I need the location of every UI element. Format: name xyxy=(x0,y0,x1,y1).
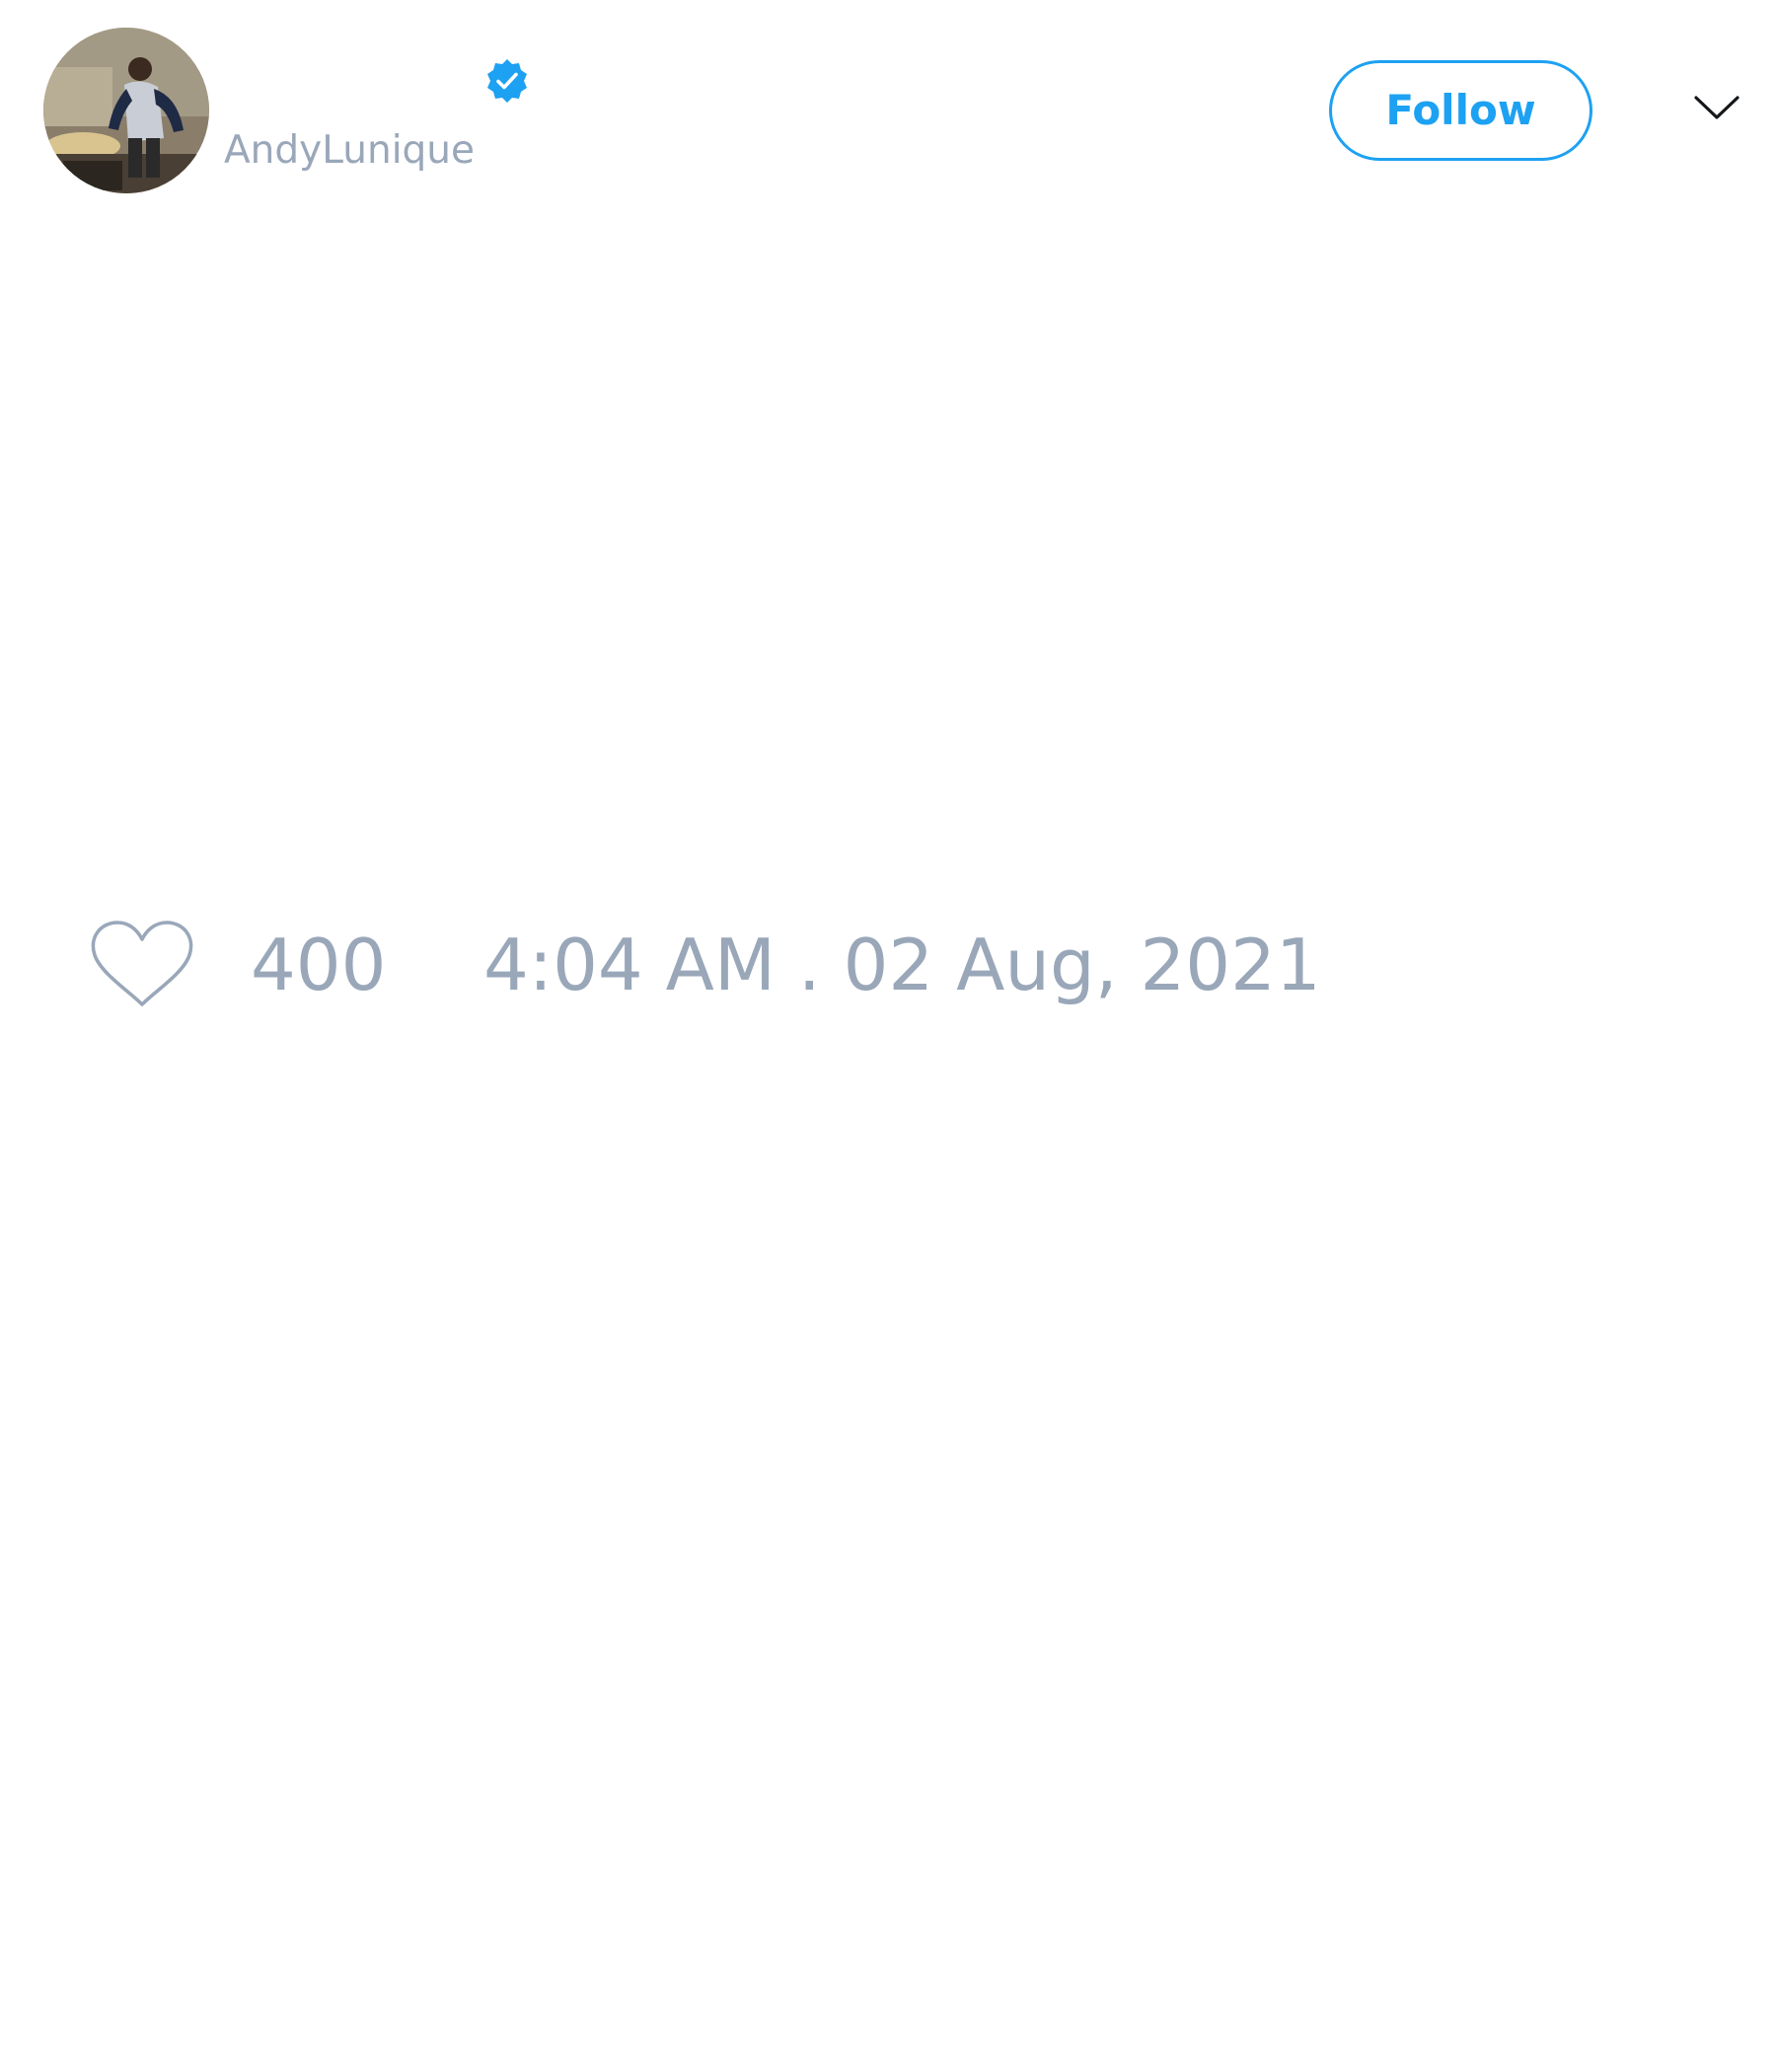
like-count: 400 xyxy=(251,924,387,1006)
verified-badge-icon xyxy=(487,59,527,103)
avatar[interactable] xyxy=(43,28,209,193)
heart-outline-icon[interactable] xyxy=(89,918,195,1012)
avatar-photo xyxy=(43,28,209,193)
follow-button[interactable]: Follow xyxy=(1329,60,1592,161)
user-handle[interactable]: AndyLunique xyxy=(224,126,475,176)
tweet-timestamp[interactable]: 4:04 AM . 02 Aug, 2021 xyxy=(483,922,1321,1008)
chevron-down-icon[interactable] xyxy=(1693,93,1740,122)
